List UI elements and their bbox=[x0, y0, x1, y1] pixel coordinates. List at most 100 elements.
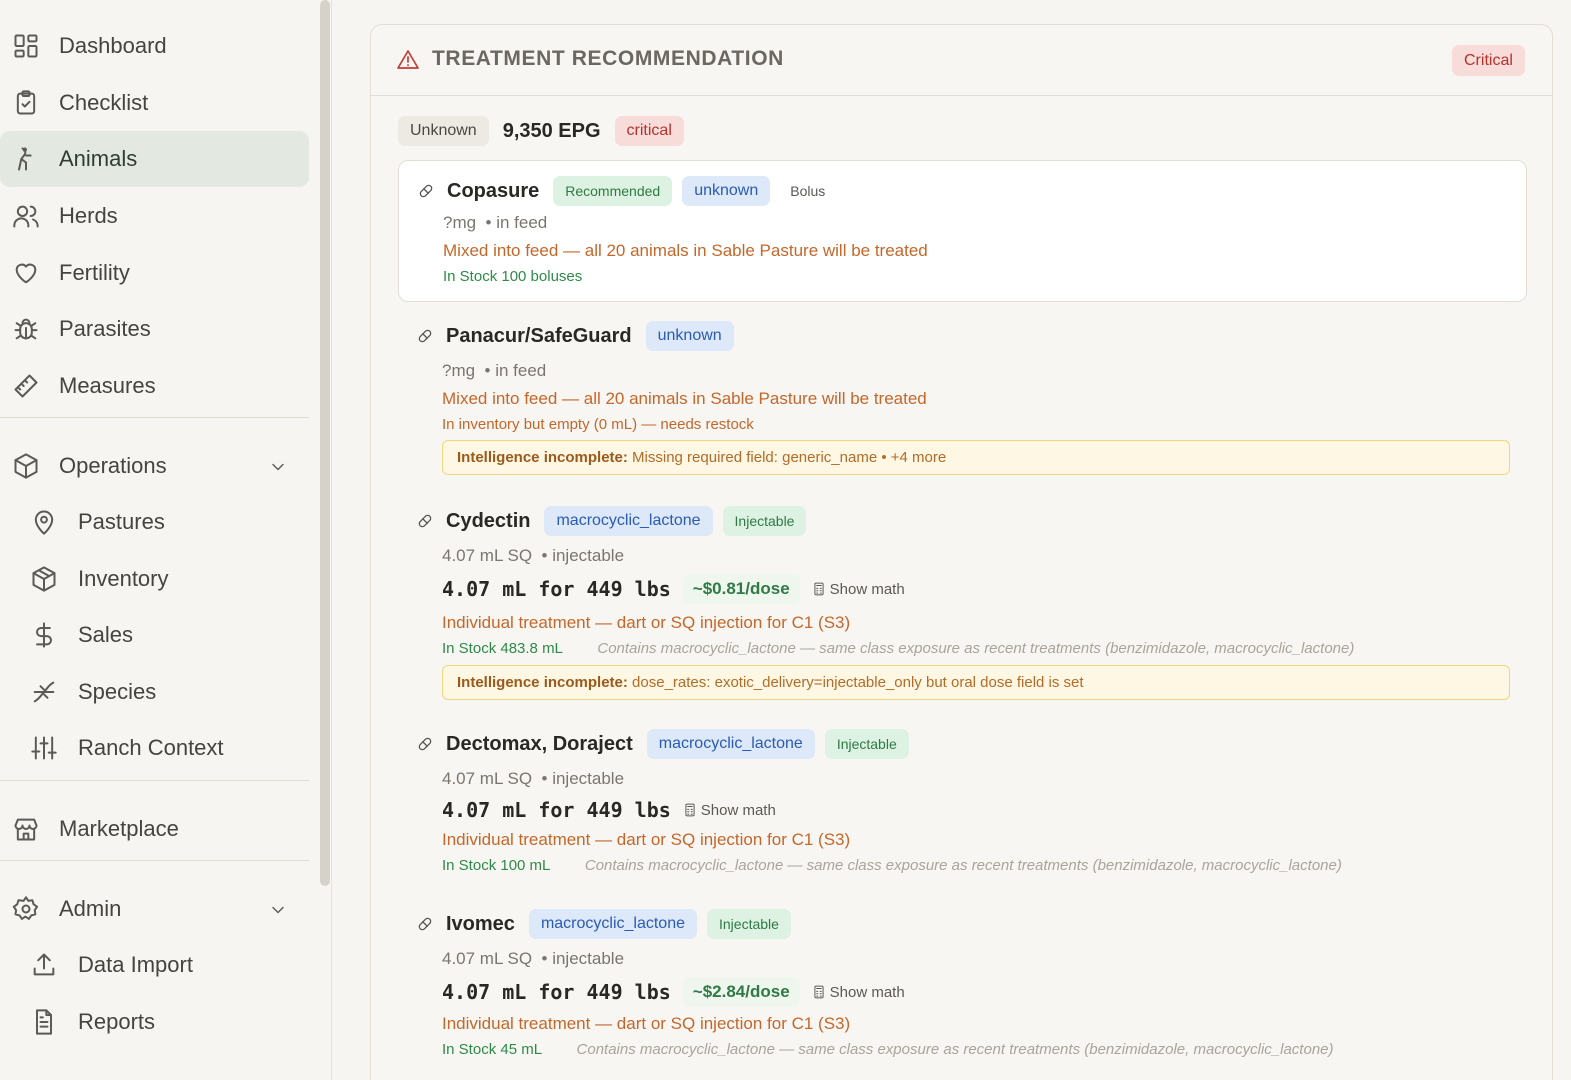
treatment-text: Mixed into feed — all 20 animals in Sabl… bbox=[442, 389, 927, 408]
class-badge: unknown bbox=[682, 176, 771, 206]
dose-text: 4.07 mL SQ • injectable bbox=[442, 769, 625, 788]
summary-row: Unknown 9,350 EPG critical bbox=[398, 116, 684, 146]
alert-text: dose_rates: exotic_delivery=injectable_o… bbox=[632, 674, 1084, 691]
show-math-button[interactable]: Show math bbox=[812, 581, 905, 598]
sidebar-item-marketplace[interactable]: Marketplace bbox=[0, 801, 309, 857]
users-icon bbox=[13, 205, 39, 228]
class-exposure-note: Contains macrocyclic_lactone — same clas… bbox=[576, 1041, 1334, 1058]
drug-header: Dectomax, Doraject macrocyclic_lactone I… bbox=[416, 728, 909, 760]
sidebar-item-label: Inventory bbox=[78, 566, 169, 591]
sidebar-group-operations[interactable]: Operations bbox=[0, 438, 309, 494]
sidebar-item-data-import[interactable]: Data Import bbox=[0, 937, 309, 993]
stock-text: In Stock 45 mL bbox=[442, 1041, 543, 1058]
sidebar-scrollbar[interactable] bbox=[320, 0, 330, 886]
sliders-icon bbox=[31, 736, 57, 760]
sidebar-group-admin[interactable]: Admin bbox=[0, 881, 309, 937]
sidebar-item-dashboard[interactable]: Dashboard bbox=[0, 18, 309, 74]
dose-text: ?mg • in feed bbox=[442, 361, 547, 380]
drug-card-copasure[interactable]: Copasure Recommended unknown Bolus ?mg •… bbox=[398, 160, 1527, 302]
sidebar-item-label: Dashboard bbox=[59, 33, 167, 58]
sidebar-item-label: Fertility bbox=[59, 260, 130, 285]
dose-calc-row: 4.07 mL for 449 lbs Show math bbox=[442, 794, 776, 826]
sidebar-divider bbox=[0, 780, 309, 781]
class-exposure-note: Contains macrocyclic_lactone — same clas… bbox=[597, 640, 1355, 657]
store-icon bbox=[14, 818, 38, 841]
sidebar-item-inventory[interactable]: Inventory bbox=[0, 551, 309, 607]
stock-text: In Stock 483.8 mL bbox=[442, 640, 563, 657]
sidebar-item-label: Species bbox=[78, 679, 157, 704]
form-badge: Injectable bbox=[722, 506, 807, 536]
dashboard-icon bbox=[14, 34, 38, 58]
box-icon bbox=[32, 566, 56, 592]
alert-label: Intelligence incomplete: bbox=[457, 674, 628, 691]
sidebar-item-species[interactable]: Species bbox=[0, 664, 309, 720]
class-badge: unknown bbox=[645, 321, 734, 351]
sidebar-item-measures[interactable]: Measures bbox=[0, 358, 309, 414]
sidebar-item-fertility[interactable]: Fertility bbox=[0, 245, 309, 301]
drug-card-cydectin[interactable]: Cydectin macrocyclic_lactone Injectable … bbox=[398, 505, 1527, 705]
sidebar-group-label: Operations bbox=[59, 453, 167, 478]
map-pin-icon bbox=[34, 510, 54, 535]
dose-text: ?mg • in feed bbox=[443, 213, 548, 232]
pill-icon bbox=[418, 917, 432, 931]
dose-calculation: 4.07 mL for 449 lbs bbox=[442, 577, 671, 601]
epg-value: 9,350 EPG bbox=[502, 119, 601, 142]
form-badge: Injectable bbox=[707, 909, 791, 939]
treatment-recommendation-panel: TREATMENT RECOMMENDATION Critical Unknow… bbox=[370, 24, 1553, 1080]
ruler-icon bbox=[14, 374, 38, 398]
level-badge: critical bbox=[614, 116, 684, 146]
class-badge: macrocyclic_lactone bbox=[646, 729, 815, 759]
package-icon bbox=[14, 453, 38, 479]
drug-name: Panacur/SafeGuard bbox=[446, 324, 632, 347]
form-badge: Injectable bbox=[824, 729, 909, 759]
severity-badge: Critical bbox=[1452, 45, 1525, 76]
sidebar-item-label: Data Import bbox=[78, 952, 193, 977]
price-badge: ~$0.81/dose bbox=[682, 574, 800, 604]
sidebar-item-pastures[interactable]: Pastures bbox=[0, 494, 309, 550]
chevron-down-icon[interactable] bbox=[268, 457, 288, 477]
sidebar-item-checklist[interactable]: Checklist bbox=[0, 75, 309, 131]
alert-text: Missing required field: generic_name • +… bbox=[632, 449, 947, 466]
price-badge: ~$2.84/dose bbox=[682, 977, 800, 1007]
sidebar-item-animals[interactable]: Animals bbox=[0, 131, 309, 187]
drug-card-panacur[interactable]: Panacur/SafeGuard unknown ?mg • in feed … bbox=[398, 320, 1527, 480]
sidebar-item-label: Parasites bbox=[59, 316, 151, 341]
sidebar-item-label: Measures bbox=[59, 373, 156, 398]
sidebar-item-label: Ranch Context bbox=[78, 735, 224, 760]
drug-name: Cydectin bbox=[446, 509, 531, 532]
drug-header: Panacur/SafeGuard unknown bbox=[416, 320, 734, 352]
intelligence-alert: Intelligence incomplete: dose_rates: exo… bbox=[442, 665, 1510, 700]
show-math-button[interactable]: Show math bbox=[683, 802, 776, 819]
dose-calc-row: 4.07 mL for 449 lbs ~$0.81/dose Show mat… bbox=[442, 573, 905, 605]
intelligence-alert: Intelligence incomplete: Missing require… bbox=[442, 440, 1510, 475]
stock-text: In Stock 100 boluses bbox=[443, 268, 583, 285]
stock-text: In Stock 100 mL bbox=[442, 857, 551, 874]
sidebar-item-sales[interactable]: Sales bbox=[0, 607, 309, 663]
dose-calculation: 4.07 mL for 449 lbs bbox=[442, 980, 671, 1004]
drug-header: Ivomec macrocyclic_lactone Injectable bbox=[416, 908, 791, 940]
animal-icon bbox=[18, 147, 32, 171]
pill-icon bbox=[419, 184, 433, 198]
sidebar-item-parasites[interactable]: Parasites bbox=[0, 301, 309, 357]
treatment-text: Mixed into feed — all 20 animals in Sabl… bbox=[443, 241, 928, 260]
pill-icon bbox=[418, 737, 432, 751]
calculator-icon bbox=[814, 985, 824, 999]
pill-icon bbox=[418, 514, 432, 528]
drug-card-dectomax[interactable]: Dectomax, Doraject macrocyclic_lactone I… bbox=[398, 728, 1527, 878]
show-math-button[interactable]: Show math bbox=[812, 984, 905, 1001]
drug-card-ivomec[interactable]: Ivomec macrocyclic_lactone Injectable 4.… bbox=[398, 908, 1527, 1078]
show-math-label: Show math bbox=[700, 801, 776, 819]
clipboard-check-icon bbox=[16, 90, 36, 115]
alert-label: Intelligence incomplete: bbox=[457, 449, 628, 466]
sidebar-item-ranch-context[interactable]: Ranch Context bbox=[0, 720, 309, 776]
sidebar-item-label: Checklist bbox=[59, 90, 149, 115]
sidebar-item-reports[interactable]: Reports bbox=[0, 994, 309, 1050]
file-text-icon bbox=[36, 1009, 52, 1035]
sidebar: Dashboard Checklist Animals Herds Fertil… bbox=[0, 0, 332, 1080]
bug-icon bbox=[14, 318, 38, 340]
chevron-down-icon[interactable] bbox=[268, 900, 288, 920]
stock-row: In Stock 483.8 mL Contains macrocyclic_l… bbox=[442, 640, 1354, 658]
show-math-label: Show math bbox=[829, 983, 905, 1001]
sidebar-item-herds[interactable]: Herds bbox=[0, 188, 309, 244]
panel-title: TREATMENT RECOMMENDATION bbox=[432, 47, 784, 70]
